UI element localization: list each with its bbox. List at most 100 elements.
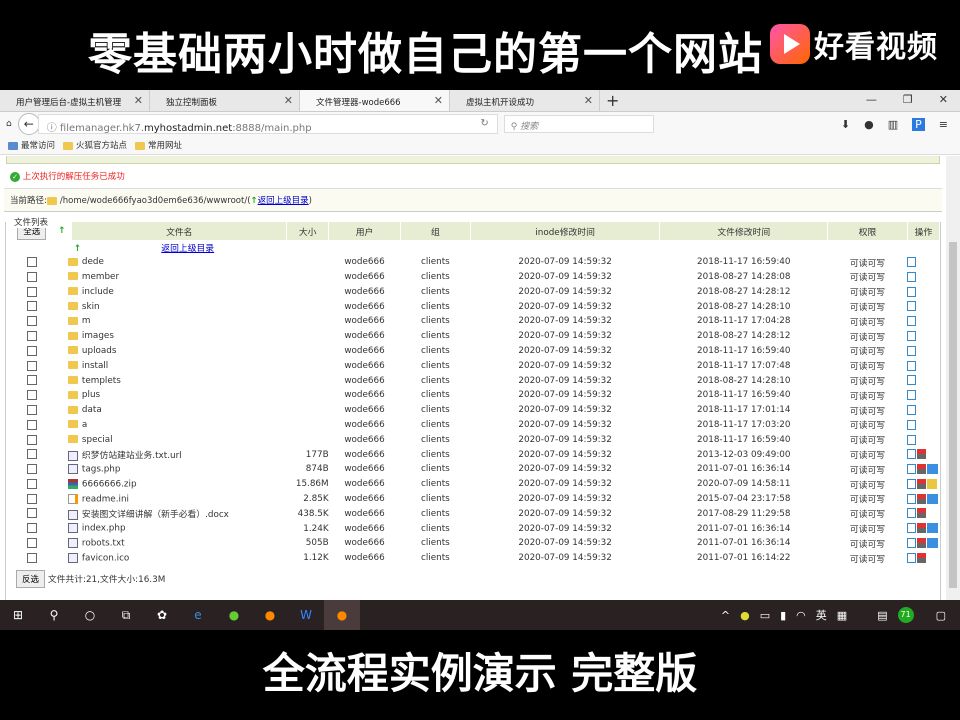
cortana-icon[interactable]: ○ bbox=[72, 608, 108, 622]
menu-icon[interactable]: ≡ bbox=[939, 118, 948, 131]
rename-icon[interactable] bbox=[907, 493, 917, 504]
rename-icon[interactable] bbox=[907, 464, 917, 475]
table-row[interactable]: tags.php 874B wode666 clients 2020-07-09… bbox=[12, 462, 940, 477]
notification-badge[interactable]: 71 bbox=[897, 607, 914, 623]
search-input[interactable]: ⚲ 搜索 bbox=[503, 115, 654, 133]
close-tab-icon[interactable]: ✕ bbox=[584, 94, 593, 107]
table-row[interactable]: readme.ini 2.85K wode666 clients 2020-07… bbox=[12, 492, 940, 507]
firefox-active-icon[interactable]: ● bbox=[324, 600, 360, 630]
download-icon[interactable] bbox=[917, 449, 927, 460]
table-row[interactable]: skin wode666 clients 2020-07-09 14:59:32… bbox=[12, 299, 940, 314]
row-checkbox[interactable] bbox=[26, 419, 37, 430]
row-checkbox[interactable] bbox=[26, 538, 37, 549]
col-filename[interactable]: 文件名 bbox=[71, 222, 288, 240]
col-group[interactable]: 组 bbox=[400, 222, 471, 240]
file-permission[interactable]: 可读可写 bbox=[828, 344, 908, 359]
download-icon[interactable] bbox=[917, 478, 927, 489]
download-icon[interactable] bbox=[917, 508, 927, 519]
row-checkbox[interactable] bbox=[26, 464, 37, 475]
col-mtime[interactable]: 文件修改时间 bbox=[659, 222, 829, 240]
file-name[interactable]: images bbox=[82, 331, 114, 341]
row-checkbox[interactable] bbox=[26, 493, 37, 504]
rename-icon[interactable] bbox=[907, 316, 917, 327]
file-name[interactable]: tags.php bbox=[82, 465, 121, 475]
table-row[interactable]: 织梦仿站建站业务.txt.url 177B wode666 clients 20… bbox=[12, 447, 940, 462]
table-row[interactable]: favicon.ico 1.12K wode666 clients 2020-0… bbox=[12, 551, 940, 566]
edit-icon[interactable] bbox=[927, 464, 939, 475]
file-permission[interactable]: 可读可写 bbox=[828, 418, 908, 433]
row-checkbox[interactable] bbox=[26, 286, 37, 297]
row-checkbox[interactable] bbox=[26, 434, 37, 445]
file-permission[interactable]: 可读可写 bbox=[828, 462, 908, 477]
firefox-icon[interactable]: ● bbox=[252, 608, 288, 622]
table-row[interactable]: data wode666 clients 2020-07-09 14:59:32… bbox=[12, 403, 940, 418]
file-name[interactable]: m bbox=[82, 316, 91, 326]
rename-icon[interactable] bbox=[907, 345, 917, 356]
bookmark-common-sites[interactable]: 常用网址 bbox=[135, 139, 182, 151]
row-checkbox[interactable] bbox=[26, 375, 37, 386]
file-permission[interactable]: 可读可写 bbox=[828, 506, 908, 521]
rename-icon[interactable] bbox=[907, 508, 917, 519]
edit-icon[interactable] bbox=[927, 523, 939, 534]
table-row[interactable]: include wode666 clients 2020-07-09 14:59… bbox=[12, 284, 940, 299]
notes-icon[interactable]: ▤ bbox=[877, 609, 887, 622]
sidebar-icon[interactable]: ▥ bbox=[888, 118, 898, 131]
rename-icon[interactable] bbox=[907, 478, 917, 489]
file-permission[interactable]: 可读可写 bbox=[828, 270, 908, 285]
download-icon[interactable] bbox=[917, 523, 927, 534]
rename-icon[interactable] bbox=[907, 523, 917, 534]
row-checkbox[interactable] bbox=[26, 390, 37, 401]
file-permission[interactable]: 可读可写 bbox=[828, 477, 908, 492]
rename-icon[interactable] bbox=[907, 271, 917, 282]
table-row[interactable]: images wode666 clients 2020-07-09 14:59:… bbox=[12, 329, 940, 344]
file-name[interactable]: favicon.ico bbox=[82, 553, 129, 563]
sort-icon[interactable]: ↑ bbox=[51, 222, 73, 240]
table-row[interactable]: install wode666 clients 2020-07-09 14:59… bbox=[12, 358, 940, 373]
usb-icon[interactable]: ▮ bbox=[780, 609, 786, 622]
bookmark-most-visited[interactable]: 最常访问 bbox=[8, 139, 55, 151]
tab-control-panel[interactable]: 独立控制面板 ✕ bbox=[150, 90, 300, 111]
wps-icon[interactable]: W bbox=[288, 608, 324, 622]
file-name[interactable]: plus bbox=[82, 390, 100, 400]
new-tab-button[interactable]: + bbox=[600, 90, 625, 111]
tray-app-icon[interactable]: ● bbox=[740, 609, 750, 622]
close-tab-icon[interactable]: ✕ bbox=[134, 94, 143, 107]
row-checkbox[interactable] bbox=[26, 256, 37, 267]
file-name[interactable]: include bbox=[82, 287, 114, 297]
close-tab-icon[interactable]: ✕ bbox=[434, 94, 443, 107]
row-checkbox[interactable] bbox=[26, 345, 37, 356]
file-name[interactable]: member bbox=[82, 272, 119, 282]
invert-select-button[interactable]: 反选 bbox=[16, 569, 46, 588]
table-row[interactable]: 安装图文详细讲解（新手必看）.docx 438.5K wode666 clien… bbox=[12, 506, 940, 521]
download-icon[interactable] bbox=[917, 464, 927, 475]
table-row[interactable]: m wode666 clients 2020-07-09 14:59:32 20… bbox=[12, 314, 940, 329]
file-permission[interactable]: 可读可写 bbox=[828, 284, 908, 299]
rename-icon[interactable] bbox=[907, 360, 917, 371]
app-icon[interactable]: ✿ bbox=[144, 608, 180, 622]
rename-icon[interactable] bbox=[907, 301, 917, 312]
rename-icon[interactable] bbox=[907, 552, 917, 563]
start-icon[interactable]: ⊞ bbox=[0, 608, 36, 622]
edit-icon[interactable] bbox=[927, 538, 939, 549]
edge-icon[interactable]: e bbox=[180, 608, 216, 622]
rename-icon[interactable] bbox=[907, 419, 917, 430]
parent-dir-link[interactable]: 返回上级目录 bbox=[258, 196, 309, 206]
rename-icon[interactable] bbox=[907, 449, 917, 460]
table-row[interactable]: plus wode666 clients 2020-07-09 14:59:32… bbox=[12, 388, 940, 403]
file-name[interactable]: a bbox=[82, 420, 87, 430]
table-row[interactable]: templets wode666 clients 2020-07-09 14:5… bbox=[12, 373, 940, 388]
rename-icon[interactable] bbox=[907, 538, 917, 549]
row-checkbox[interactable] bbox=[26, 330, 37, 341]
row-checkbox[interactable] bbox=[26, 449, 37, 460]
rename-icon[interactable] bbox=[907, 330, 917, 341]
chat-icon[interactable]: ● bbox=[864, 118, 874, 131]
file-permission[interactable]: 可读可写 bbox=[828, 358, 908, 373]
file-name[interactable]: templets bbox=[82, 376, 121, 386]
file-permission[interactable]: 可读可写 bbox=[828, 299, 908, 314]
file-permission[interactable]: 可读可写 bbox=[828, 373, 908, 388]
file-name[interactable]: install bbox=[82, 361, 108, 371]
file-permission[interactable]: 可读可写 bbox=[828, 432, 908, 447]
tab-host-success[interactable]: 虚拟主机开设成功 ✕ bbox=[450, 90, 600, 111]
row-checkbox[interactable] bbox=[26, 478, 37, 489]
restore-icon[interactable]: ❐ bbox=[903, 93, 913, 108]
